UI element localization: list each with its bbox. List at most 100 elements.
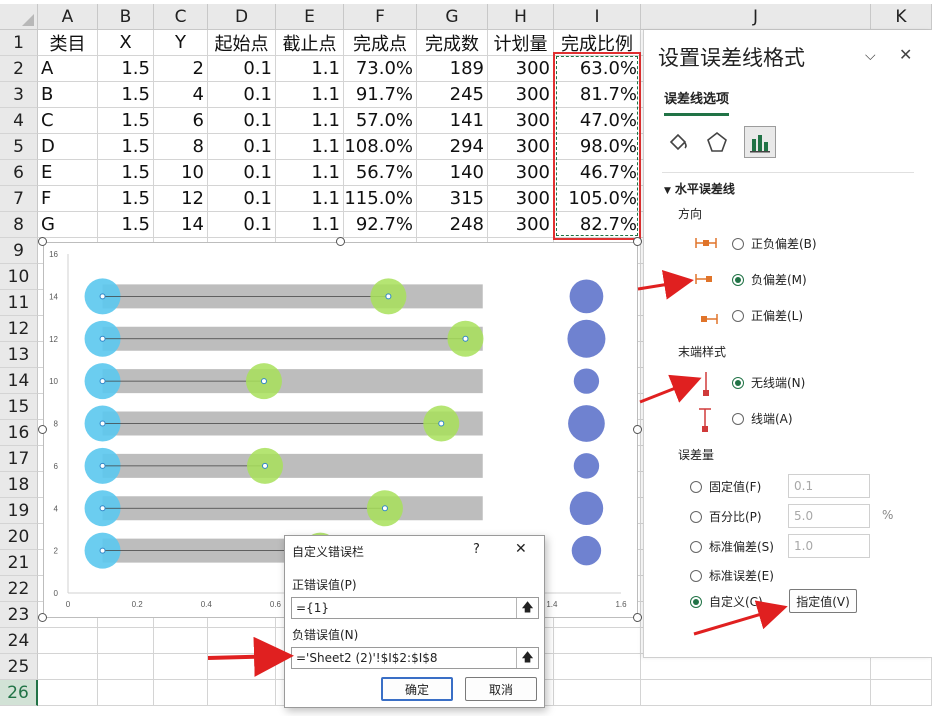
positive-error-input[interactable]: ={1} 🡅 (291, 597, 539, 619)
resize-handle[interactable] (38, 613, 47, 622)
data-cell[interactable]: 6 (154, 108, 208, 134)
column-header-d[interactable]: D (208, 4, 276, 30)
close-icon[interactable]: ✕ (515, 541, 527, 557)
empty-cell[interactable] (554, 654, 641, 680)
option-no-cap[interactable]: 无线端(N) (732, 374, 805, 391)
column-header-e[interactable]: E (276, 4, 344, 30)
option-stddev[interactable]: 标准偏差(S) (690, 538, 774, 555)
data-cell[interactable]: 0.1 (208, 212, 276, 238)
radio-stderr[interactable] (690, 569, 702, 582)
resize-handle[interactable] (633, 425, 642, 434)
row-header-3[interactable]: 3 (0, 82, 38, 108)
option-plus[interactable]: 正偏差(L) (732, 307, 803, 324)
option-percent[interactable]: 百分比(P) (690, 508, 762, 525)
data-cell[interactable]: 73.0% (344, 56, 417, 82)
data-cell[interactable]: 14 (154, 212, 208, 238)
data-cell[interactable]: 108.0% (344, 134, 417, 160)
row-header-19[interactable]: 19 (0, 498, 38, 524)
resize-handle[interactable] (38, 237, 47, 246)
data-cell[interactable]: 10 (154, 160, 208, 186)
row-header-14[interactable]: 14 (0, 368, 38, 394)
data-cell[interactable]: 300 (488, 212, 554, 238)
row-header-1[interactable]: 1 (0, 30, 38, 56)
row-header-6[interactable]: 6 (0, 160, 38, 186)
data-cell[interactable]: 300 (488, 82, 554, 108)
row-header-22[interactable]: 22 (0, 576, 38, 602)
row-header-12[interactable]: 12 (0, 316, 38, 342)
chevron-down-icon[interactable]: ⌵ (865, 48, 876, 64)
column-header-j[interactable]: J (641, 4, 871, 30)
data-cell[interactable]: 0.1 (208, 82, 276, 108)
empty-cell[interactable] (98, 628, 154, 654)
select-all-corner[interactable] (0, 4, 38, 30)
row-header-20[interactable]: 20 (0, 524, 38, 550)
resize-handle[interactable] (633, 613, 642, 622)
row-header-2[interactable]: 2 (0, 56, 38, 82)
effects-icon[interactable] (701, 126, 733, 158)
data-cell[interactable]: B (38, 82, 98, 108)
data-cell[interactable]: 0.1 (208, 108, 276, 134)
empty-cell[interactable] (641, 680, 871, 706)
option-cap[interactable]: 线端(A) (732, 410, 793, 427)
radio-plus[interactable] (732, 309, 744, 322)
data-cell[interactable]: 1.1 (276, 82, 344, 108)
resize-handle[interactable] (38, 425, 47, 434)
data-cell[interactable]: 189 (417, 56, 488, 82)
data-cell[interactable]: F (38, 186, 98, 212)
data-cell[interactable]: 56.7% (344, 160, 417, 186)
data-cell[interactable]: 140 (417, 160, 488, 186)
stddev-value-input[interactable]: 1.0 (788, 534, 870, 558)
radio-no-cap[interactable] (732, 376, 744, 389)
row-header-16[interactable]: 16 (0, 420, 38, 446)
tab-error-bar-options[interactable]: 误差线选项 (664, 88, 730, 116)
data-cell[interactable]: 0.1 (208, 186, 276, 212)
resize-handle[interactable] (336, 237, 345, 246)
data-cell[interactable]: 300 (488, 108, 554, 134)
data-cell[interactable]: 1.5 (98, 212, 154, 238)
empty-cell[interactable] (154, 628, 208, 654)
header-cell[interactable]: 类目 (38, 30, 98, 56)
data-cell[interactable]: 1.5 (98, 134, 154, 160)
collapse-dialog-icon[interactable]: 🡅 (516, 648, 538, 668)
header-cell[interactable]: 截止点 (276, 30, 344, 56)
resize-handle[interactable] (633, 237, 642, 246)
option-minus[interactable]: 负偏差(M) (732, 271, 807, 288)
data-cell[interactable]: 91.7% (344, 82, 417, 108)
row-header-23[interactable]: 23 (0, 602, 38, 628)
data-cell[interactable]: 245 (417, 82, 488, 108)
data-cell[interactable]: E (38, 160, 98, 186)
data-cell[interactable]: 1.1 (276, 108, 344, 134)
data-cell[interactable]: 141 (417, 108, 488, 134)
percent-value-input[interactable]: 5.0 (788, 504, 870, 528)
data-cell[interactable]: D (38, 134, 98, 160)
column-header-c[interactable]: C (154, 4, 208, 30)
data-cell[interactable]: 1.1 (276, 186, 344, 212)
row-header-17[interactable]: 17 (0, 446, 38, 472)
section-horizontal-error-bar[interactable]: ▼ 水平误差线 (664, 180, 735, 197)
data-cell[interactable]: 0.1 (208, 160, 276, 186)
option-custom[interactable]: 自定义(C) (690, 593, 763, 610)
empty-cell[interactable] (38, 680, 98, 706)
data-cell[interactable]: 4 (154, 82, 208, 108)
row-header-11[interactable]: 11 (0, 290, 38, 316)
data-cell[interactable]: 1.5 (98, 108, 154, 134)
column-header-a[interactable]: A (38, 4, 98, 30)
row-header-5[interactable]: 5 (0, 134, 38, 160)
column-header-b[interactable]: B (98, 4, 154, 30)
data-cell[interactable]: 300 (488, 56, 554, 82)
empty-cell[interactable] (208, 654, 276, 680)
empty-cell[interactable] (98, 680, 154, 706)
data-cell[interactable]: 0.1 (208, 134, 276, 160)
specify-value-button[interactable]: 指定值(V) (789, 589, 857, 613)
row-header-18[interactable]: 18 (0, 472, 38, 498)
row-header-7[interactable]: 7 (0, 186, 38, 212)
column-header-g[interactable]: G (417, 4, 488, 30)
data-cell[interactable]: 294 (417, 134, 488, 160)
empty-cell[interactable] (554, 680, 641, 706)
ok-button[interactable]: 确定 (381, 677, 453, 701)
row-header-10[interactable]: 10 (0, 264, 38, 290)
header-cell[interactable]: X (98, 30, 154, 56)
row-header-26[interactable]: 26 (0, 680, 38, 706)
row-header-4[interactable]: 4 (0, 108, 38, 134)
option-fixed[interactable]: 固定值(F) (690, 478, 761, 495)
